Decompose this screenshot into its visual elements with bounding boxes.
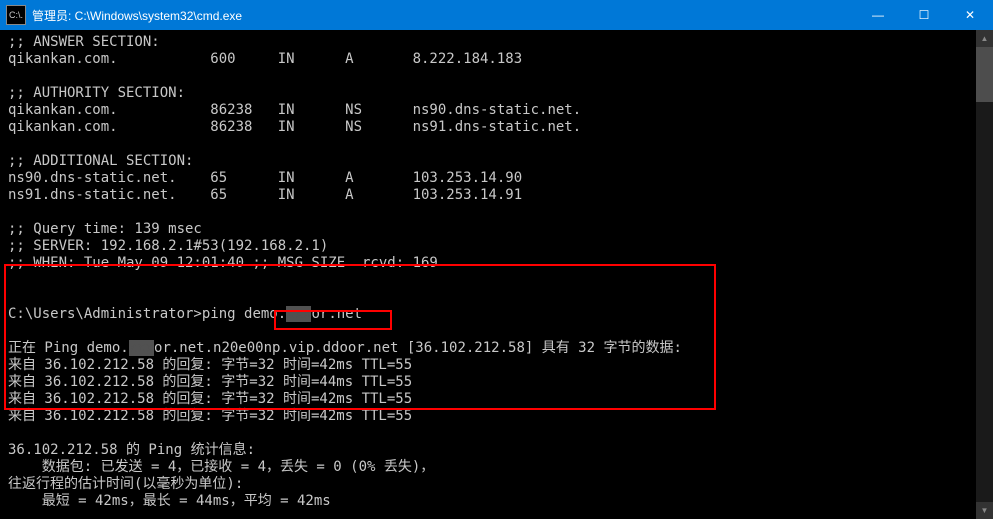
close-button[interactable]: ✕ [947,0,993,30]
text-line: qikankan.com. 86238 IN NS ns91.dns-stati… [8,119,581,135]
text-line: 36.102.212.58 的 Ping 统计信息: [8,442,255,458]
terminal-area: ;; ANSWER SECTION: qikankan.com. 600 IN … [0,30,993,519]
censored-text: xxx [286,306,311,322]
text-line: ;; WHEN: Tue May 09 12:01:40 ;; MSG SIZE… [8,255,438,271]
window-titlebar: C:\. 管理员: C:\Windows\system32\cmd.exe — … [0,0,993,30]
window-controls: — ☐ ✕ [855,0,993,30]
scrollbar-track[interactable] [976,47,993,502]
command-text: ping demo. [202,306,286,322]
minimize-button[interactable]: — [855,0,901,30]
scrollbar-thumb[interactable] [976,47,993,102]
text-line: or.net.n20e00np.vip.ddoor.net [36.102.21… [154,340,682,356]
text-line: ;; ANSWER SECTION: [8,34,160,50]
text-line: ns90.dns-static.net. 65 IN A 103.253.14.… [8,170,522,186]
prompt-path: C:\Users\Administrator> [8,306,202,322]
text-line: 往返行程的估计时间(以毫秒为单位): [8,476,243,492]
text-line: 来自 36.102.212.58 的回复: 字节=32 时间=42ms TTL=… [8,357,412,373]
text-line: ;; ADDITIONAL SECTION: [8,153,193,169]
text-line: ns91.dns-static.net. 65 IN A 103.253.14.… [8,187,522,203]
command-text: or.net [311,306,362,322]
window-title: 管理员: C:\Windows\system32\cmd.exe [32,7,855,24]
chevron-down-icon: ▼ [981,506,989,515]
censored-text: xxx [129,340,154,356]
text-line: ;; SERVER: 192.168.2.1#53(192.168.2.1) [8,238,328,254]
cmd-icon: C:\. [6,5,26,25]
text-line: 来自 36.102.212.58 的回复: 字节=32 时间=42ms TTL=… [8,391,412,407]
scroll-up-button[interactable]: ▲ [976,30,993,47]
text-line: 来自 36.102.212.58 的回复: 字节=32 时间=42ms TTL=… [8,408,412,424]
text-line: 正在 Ping demo. [8,340,129,356]
text-line: qikankan.com. 86238 IN NS ns90.dns-stati… [8,102,581,118]
text-line: 来自 36.102.212.58 的回复: 字节=32 时间=44ms TTL=… [8,374,412,390]
scroll-down-button[interactable]: ▼ [976,502,993,519]
text-line: 数据包: 已发送 = 4，已接收 = 4，丢失 = 0 (0% 丢失)， [8,459,434,475]
maximize-button[interactable]: ☐ [901,0,947,30]
chevron-up-icon: ▲ [981,34,989,43]
text-line: qikankan.com. 600 IN A 8.222.184.183 [8,51,522,67]
text-line: ;; Query time: 139 msec [8,221,202,237]
text-line: 最短 = 42ms，最长 = 44ms，平均 = 42ms [8,493,331,509]
terminal-output[interactable]: ;; ANSWER SECTION: qikankan.com. 600 IN … [0,30,993,519]
text-line: ;; AUTHORITY SECTION: [8,85,185,101]
vertical-scrollbar[interactable]: ▲ ▼ [976,30,993,519]
